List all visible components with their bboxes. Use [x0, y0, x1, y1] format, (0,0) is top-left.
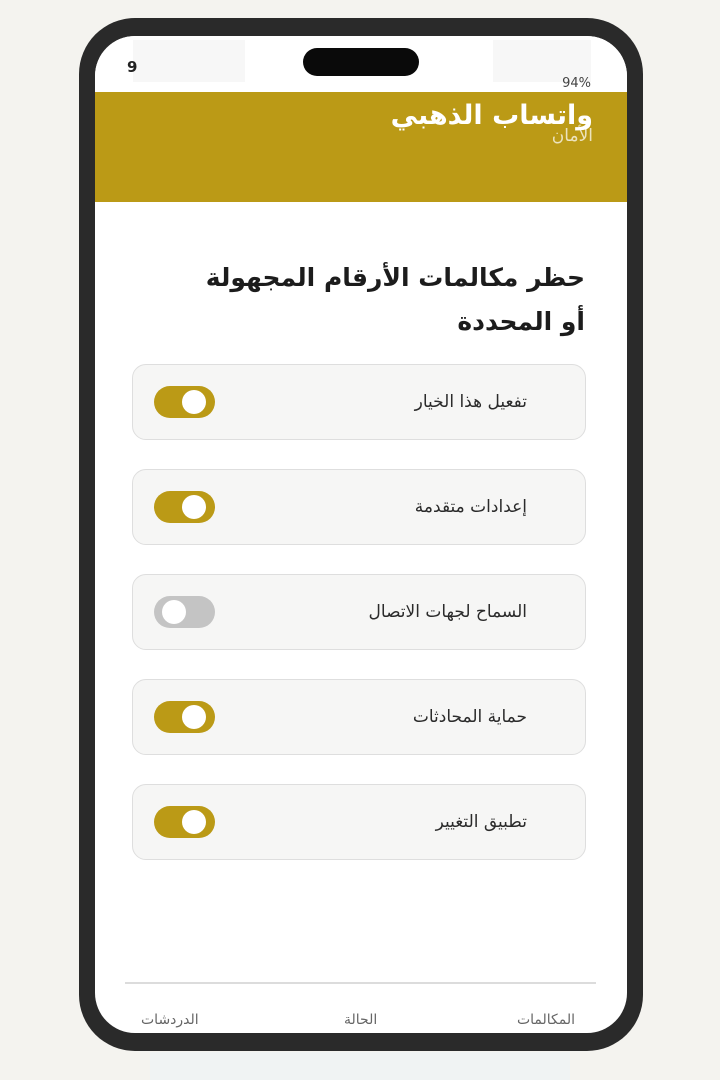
option-label: إعدادات متقدمة: [414, 497, 527, 517]
toggle-switch[interactable]: [154, 491, 215, 523]
toggle-switch[interactable]: [154, 806, 215, 838]
battery-level: 94%: [562, 76, 591, 91]
bottom-glow: [150, 1052, 570, 1080]
toggle-knob: [162, 600, 186, 624]
option-label: السماح لجهات الاتصال: [368, 602, 527, 622]
status-time: 9: [127, 58, 138, 76]
toggle-knob: [182, 810, 206, 834]
toggle-switch[interactable]: [154, 596, 215, 628]
option-label: تفعيل هذا الخيار: [414, 392, 527, 412]
toggle-knob: [182, 705, 206, 729]
option-allow-contacts[interactable]: السماح لجهات الاتصال: [132, 574, 586, 650]
toggle-switch[interactable]: [154, 386, 215, 418]
toggle-knob: [182, 495, 206, 519]
phone-screen: 9 94% الأمان واتساب الذهبي حظر مكالمات ا…: [95, 36, 627, 1033]
option-advanced-settings[interactable]: إعدادات متقدمة: [132, 469, 586, 545]
phone-frame: 9 94% الأمان واتساب الذهبي حظر مكالمات ا…: [79, 18, 643, 1051]
option-enable[interactable]: تفعيل هذا الخيار: [132, 364, 586, 440]
bottom-nav-divider: [125, 982, 596, 984]
toggle-switch[interactable]: [154, 701, 215, 733]
option-label: حماية المحادثات: [412, 707, 527, 727]
option-apply-change[interactable]: تطبيق التغيير: [132, 784, 586, 860]
status-bar: 9 94%: [95, 36, 627, 92]
section-title: حظر مكالمات الأرقام المجهولة أو المحددة: [205, 263, 585, 336]
dynamic-island: [303, 48, 419, 76]
option-chat-protection[interactable]: حماية المحادثات: [132, 679, 586, 755]
status-area-left: [133, 40, 245, 82]
nav-status[interactable]: الحالة: [344, 1012, 377, 1028]
app-title: واتساب الذهبي: [390, 100, 593, 131]
nav-chats[interactable]: الدردشات: [141, 1012, 199, 1028]
toggle-knob: [182, 390, 206, 414]
nav-calls[interactable]: المكالمات: [517, 1012, 575, 1028]
option-label: تطبيق التغيير: [435, 812, 527, 832]
